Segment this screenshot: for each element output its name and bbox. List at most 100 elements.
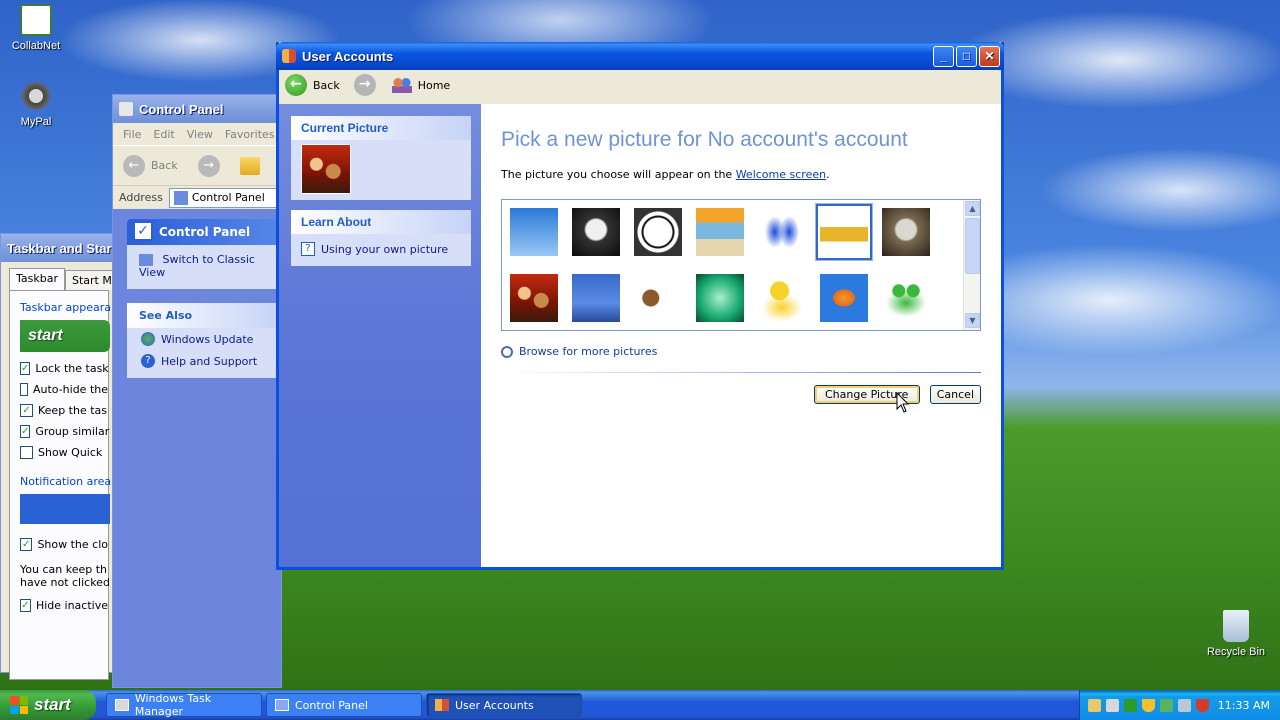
picture-dog[interactable]: [630, 270, 686, 326]
task-user-accounts[interactable]: User Accounts: [426, 693, 582, 717]
scroll-up-icon[interactable]: ▲: [965, 201, 980, 216]
forward-arrow-icon[interactable]: →: [353, 74, 376, 96]
cancel-button[interactable]: Cancel: [929, 385, 981, 404]
using-your-own-picture-link[interactable]: ? Using your own picture: [301, 238, 461, 260]
start-button[interactable]: start: [0, 690, 96, 720]
checkbox-label: Group similar: [35, 425, 110, 438]
picture-frog[interactable]: [878, 270, 934, 326]
clock[interactable]: 11:33 AM: [1218, 699, 1270, 712]
window-title: Control Panel: [139, 101, 224, 117]
picture-car[interactable]: [815, 203, 873, 261]
gallery-scrollbar[interactable]: ▲ ▼: [963, 200, 980, 330]
picture-owl[interactable]: [878, 204, 934, 260]
desc-end: .: [826, 168, 830, 181]
keep-on-top-checkbox[interactable]: ✓ Keep the tas: [20, 400, 108, 421]
menu-file[interactable]: File: [123, 128, 141, 141]
home-button[interactable]: Home: [418, 79, 450, 92]
welcome-screen-link[interactable]: Welcome screen: [736, 168, 826, 181]
maximize-button[interactable]: □: [956, 45, 977, 67]
checkbox-label: Hide inactive: [35, 599, 108, 612]
tray-app-icon[interactable]: [1123, 698, 1137, 712]
menu-favorites[interactable]: Favorites: [225, 128, 275, 141]
separator: [501, 372, 981, 373]
back-arrow-icon[interactable]: ←: [285, 74, 307, 96]
checkbox-box: ✓: [20, 404, 33, 417]
switch-classic-view-link[interactable]: Switch to Classic View: [127, 245, 281, 289]
group-taskbar-appearance: Taskbar appeara: [20, 301, 111, 314]
volume-icon[interactable]: [1177, 698, 1191, 712]
auto-hide-checkbox[interactable]: Auto-hide the: [20, 379, 108, 400]
start-label: start: [34, 695, 71, 714]
drip-picture: [696, 274, 744, 322]
checkbox-box: ✓: [20, 538, 33, 551]
current-picture-chess: [301, 144, 351, 194]
description: The picture you choose will appear on th…: [501, 168, 981, 181]
user-accounts-titlebar[interactable]: User Accounts _ □ ✕: [276, 42, 1004, 70]
menu-view[interactable]: View: [187, 128, 213, 141]
home-users-icon[interactable]: [391, 77, 412, 93]
control-panel-titlebar[interactable]: Control Panel: [113, 95, 281, 123]
control-panel-checkmark-icon: ✓: [133, 221, 153, 241]
window-title: User Accounts: [302, 48, 394, 64]
current-picture-heading: Current Picture: [291, 116, 471, 140]
picture-gallery: ▲ ▼: [501, 199, 981, 331]
picture-soccer-ball[interactable]: [630, 204, 686, 260]
user-accounts-icon: [435, 699, 449, 711]
checkbox-box: ✓: [20, 425, 31, 438]
network-icon[interactable]: [1087, 698, 1101, 712]
desc-text: The picture you choose will appear on th…: [501, 168, 733, 181]
address-field[interactable]: Control Panel: [168, 187, 281, 208]
checkbox-box: [20, 383, 28, 396]
update-icon[interactable]: [1159, 698, 1173, 712]
back-label[interactable]: Back: [151, 159, 178, 172]
help-icon: ?: [301, 242, 315, 256]
scroll-down-icon[interactable]: ▼: [965, 313, 980, 328]
picture-butterfly[interactable]: [754, 204, 810, 260]
recycle-bin-icon: [1223, 610, 1249, 642]
battery-icon[interactable]: [1105, 698, 1119, 712]
tab-taskbar[interactable]: Taskbar: [9, 268, 65, 290]
picture-chess[interactable]: [506, 270, 562, 326]
address-value: Control Panel: [191, 191, 265, 204]
security-shield-icon[interactable]: [1141, 698, 1155, 712]
show-clock-checkbox[interactable]: ✓ Show the clo: [20, 534, 108, 555]
picture-dirt-bike[interactable]: [568, 270, 624, 326]
picture-drip[interactable]: [692, 270, 748, 326]
minimize-button[interactable]: _: [933, 45, 954, 67]
help-support-link[interactable]: ? Help and Support: [127, 350, 281, 378]
recycle-bin-desktop-icon[interactable]: Recycle Bin: [1200, 610, 1272, 658]
task-control-panel[interactable]: Control Panel: [266, 693, 422, 717]
picture-airplane[interactable]: [506, 204, 562, 260]
task-windows-task-manager[interactable]: Windows Task Manager: [106, 692, 262, 718]
control-panel-heading-text: Control Panel: [159, 225, 251, 239]
browse-pictures-link[interactable]: Browse for more pictures: [501, 345, 981, 358]
alert-shield-icon[interactable]: [1195, 698, 1209, 712]
switch-view-label: Switch to Classic View: [139, 253, 255, 279]
recycle-bin-label: Recycle Bin: [1206, 646, 1266, 658]
taskbar-tab-panel: Taskbar appeara start ✓ Lock the task Aut…: [9, 290, 111, 680]
picture-astronaut[interactable]: [568, 204, 624, 260]
up-folder-icon[interactable]: [239, 156, 260, 175]
globe-icon: [141, 332, 155, 346]
back-button[interactable]: Back: [313, 79, 340, 92]
picture-fish[interactable]: [816, 270, 872, 326]
task-label: User Accounts: [455, 698, 534, 712]
duck-picture: [758, 274, 806, 322]
scroll-thumb[interactable]: [965, 218, 980, 274]
picture-beach-chairs[interactable]: [692, 204, 748, 260]
hide-inactive-checkbox[interactable]: ✓ Hide inactive: [20, 595, 108, 616]
group-similar-checkbox[interactable]: ✓ Group similar: [20, 421, 110, 442]
forward-arrow-icon[interactable]: →: [197, 154, 220, 177]
picture-duck[interactable]: [754, 270, 810, 326]
collabnet-desktop-icon[interactable]: CollabNet: [0, 4, 72, 52]
close-button[interactable]: ✕: [979, 45, 1000, 67]
mypal-desktop-icon[interactable]: MyPal: [0, 80, 72, 128]
windows-update-link[interactable]: Windows Update: [127, 328, 281, 350]
menu-edit[interactable]: Edit: [153, 128, 174, 141]
lock-taskbar-checkbox[interactable]: ✓ Lock the task: [20, 358, 109, 379]
taskbar-preview: start: [20, 320, 110, 352]
taskbar-properties-titlebar[interactable]: Taskbar and Start: [1, 234, 117, 262]
frog-picture: [882, 274, 930, 322]
back-arrow-icon[interactable]: ←: [123, 154, 145, 177]
show-quick-launch-checkbox[interactable]: Show Quick: [20, 442, 108, 463]
